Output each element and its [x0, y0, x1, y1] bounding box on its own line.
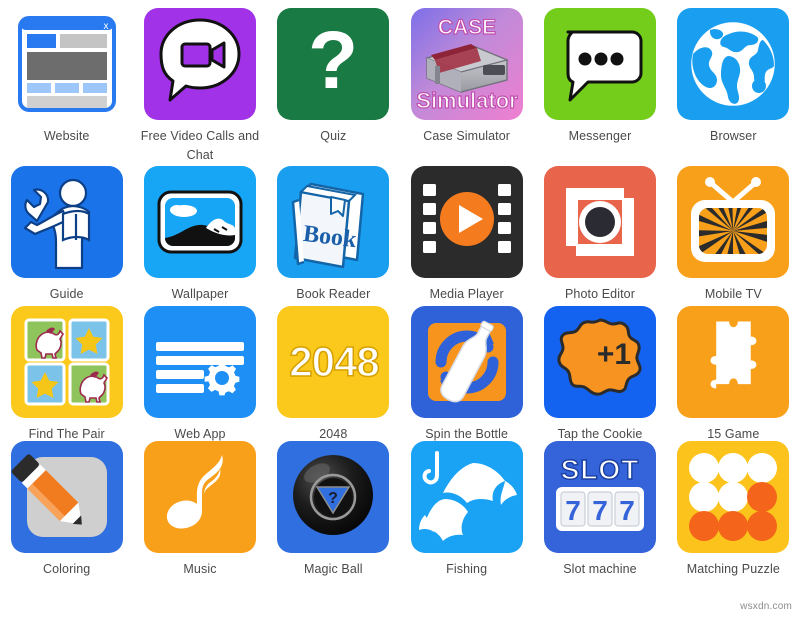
number-2048-icon: 2048 — [289, 337, 382, 386]
memory-cards-icon — [24, 318, 110, 406]
app-cell-matching-puzzle[interactable]: Matching Puzzle — [667, 433, 800, 583]
svg-text:2048: 2048 — [290, 338, 380, 385]
app-label-slot-machine: Slot machine — [563, 562, 637, 576]
app-label-website: Website — [43, 129, 90, 143]
app-tile-fishing[interactable] — [410, 441, 523, 553]
app-cell-video-calls[interactable]: Free Video Calls and Chat — [133, 0, 266, 162]
app-cell-book-reader[interactable]: Book Book Reader — [267, 158, 400, 301]
app-cell-coloring[interactable]: Coloring — [0, 433, 133, 583]
app-cell-wallpaper[interactable]: Wallpaper — [133, 158, 266, 301]
app-cell-messenger[interactable]: Messenger — [533, 0, 666, 158]
slot-777-icon: SLOT 7 7 7 — [555, 453, 644, 531]
app-cell-guide[interactable]: Guide — [0, 158, 133, 301]
app-cell-slot-machine[interactable]: SLOT 7 7 7 Slot machine — [533, 433, 666, 583]
app-tile-magic-ball[interactable]: ? — [277, 441, 390, 553]
app-icon-grid: x Website Free Video Calls and Chat ? Qu… — [0, 0, 800, 617]
svg-text:+1: +1 — [597, 338, 631, 371]
app-tile-music[interactable] — [143, 441, 256, 553]
app-label-matching-puzzle: Matching Puzzle — [686, 562, 780, 576]
app-tile-messenger[interactable] — [543, 8, 656, 120]
svg-text:Simulator: Simulator — [416, 88, 518, 113]
svg-text:7: 7 — [619, 495, 635, 526]
app-tile-quiz[interactable]: ? — [277, 8, 390, 120]
app-tile-15-game[interactable] — [677, 306, 790, 418]
svg-text:CASE: CASE — [437, 16, 495, 39]
app-label-messenger: Messenger — [568, 129, 632, 143]
app-tile-browser[interactable] — [677, 8, 790, 120]
fish-hook-icon — [418, 451, 517, 541]
watermark: wsxdn.com — [740, 601, 792, 612]
svg-text:x: x — [103, 21, 108, 32]
html-gear-icon — [155, 342, 244, 396]
app-cell-photo-editor[interactable]: Photo Editor — [533, 158, 666, 301]
app-label-fishing: Fishing — [446, 562, 488, 576]
app-cell-web-app[interactable]: Web App — [133, 298, 266, 441]
svg-text:7: 7 — [565, 495, 581, 526]
book-icon: Book — [292, 182, 365, 269]
app-label-coloring: Coloring — [42, 562, 91, 576]
app-label-music: Music — [183, 562, 217, 576]
app-tile-tap-the-cookie[interactable]: +1 — [543, 306, 656, 418]
svg-text:SLOT: SLOT — [561, 454, 640, 485]
film-play-icon — [422, 184, 511, 253]
weapon-case-icon: CASE Simulator — [410, 8, 523, 120]
app-tile-media-player[interactable] — [410, 166, 523, 278]
app-label-browser: Browser — [710, 129, 757, 143]
app-tile-coloring[interactable] — [10, 441, 123, 553]
app-cell-media-player[interactable]: Media Player — [400, 158, 533, 301]
chat-bubble-icon — [566, 30, 643, 102]
app-cell-find-the-pair[interactable]: Find The Pair — [0, 298, 133, 441]
app-cell-browser[interactable]: Browser — [667, 0, 800, 158]
puzzle-piece-icon — [710, 321, 757, 389]
landscape-frame-icon — [157, 190, 243, 254]
person-wrench-icon — [23, 178, 90, 270]
app-tile-2048[interactable]: 2048 — [277, 306, 390, 418]
app-tile-mobile-tv[interactable] — [677, 166, 790, 278]
app-cell-fishing[interactable]: Fishing — [400, 433, 533, 583]
app-tile-video-calls[interactable] — [143, 8, 256, 120]
app-tile-guide[interactable] — [10, 166, 123, 278]
app-label-quiz: Quiz — [320, 129, 347, 143]
svg-text:?: ? — [308, 15, 358, 106]
app-tile-find-the-pair[interactable] — [10, 306, 123, 418]
app-tile-web-app[interactable] — [143, 306, 256, 418]
app-tile-case-simulator[interactable]: CASE Simulator — [410, 8, 523, 120]
app-cell-magic-ball[interactable]: ? Magic Ball — [267, 433, 400, 583]
retro-tv-icon — [691, 177, 776, 262]
dots-grid-icon — [689, 453, 778, 541]
browser-window-icon: x — [17, 16, 116, 112]
app-tile-slot-machine[interactable]: SLOT 7 7 7 — [543, 441, 656, 553]
cookie-plus-one-icon: +1 — [557, 318, 642, 396]
app-cell-music[interactable]: Music — [133, 433, 266, 583]
video-chat-bubble-icon — [159, 18, 241, 102]
svg-text:7: 7 — [592, 495, 608, 526]
bottle-spin-icon — [427, 320, 506, 403]
app-cell-mobile-tv[interactable]: Mobile TV — [667, 158, 800, 301]
camera-crop-icon — [565, 188, 634, 256]
app-cell-spin-the-bottle[interactable]: Spin the Bottle — [400, 298, 533, 441]
app-tile-matching-puzzle[interactable] — [677, 441, 790, 553]
question-mark-icon: ? — [308, 15, 358, 106]
app-label-magic-ball: Magic Ball — [303, 562, 363, 576]
app-tile-wallpaper[interactable] — [143, 166, 256, 278]
app-label-case-simulator: Case Simulator — [423, 129, 511, 143]
magic-8-ball-icon: ? — [293, 455, 374, 535]
app-tile-book-reader[interactable]: Book — [277, 166, 390, 278]
app-cell-website[interactable]: x Website — [0, 0, 133, 158]
svg-text:?: ? — [328, 490, 338, 507]
app-cell-case-simulator[interactable]: CASE Simulator Case Simulator — [400, 0, 533, 158]
app-cell-quiz[interactable]: ? Quiz — [267, 0, 400, 158]
music-note-icon — [166, 455, 223, 529]
app-tile-website[interactable]: x — [10, 8, 123, 120]
app-tile-photo-editor[interactable] — [543, 166, 656, 278]
app-cell-2048[interactable]: 2048 2048 — [267, 298, 400, 441]
app-cell-15-game[interactable]: 15 Game — [667, 298, 800, 441]
app-cell-tap-the-cookie[interactable]: +1 Tap the Cookie — [533, 298, 666, 441]
globe-icon — [689, 19, 778, 109]
app-tile-spin-the-bottle[interactable] — [410, 306, 523, 418]
pencil-icon — [11, 454, 107, 537]
